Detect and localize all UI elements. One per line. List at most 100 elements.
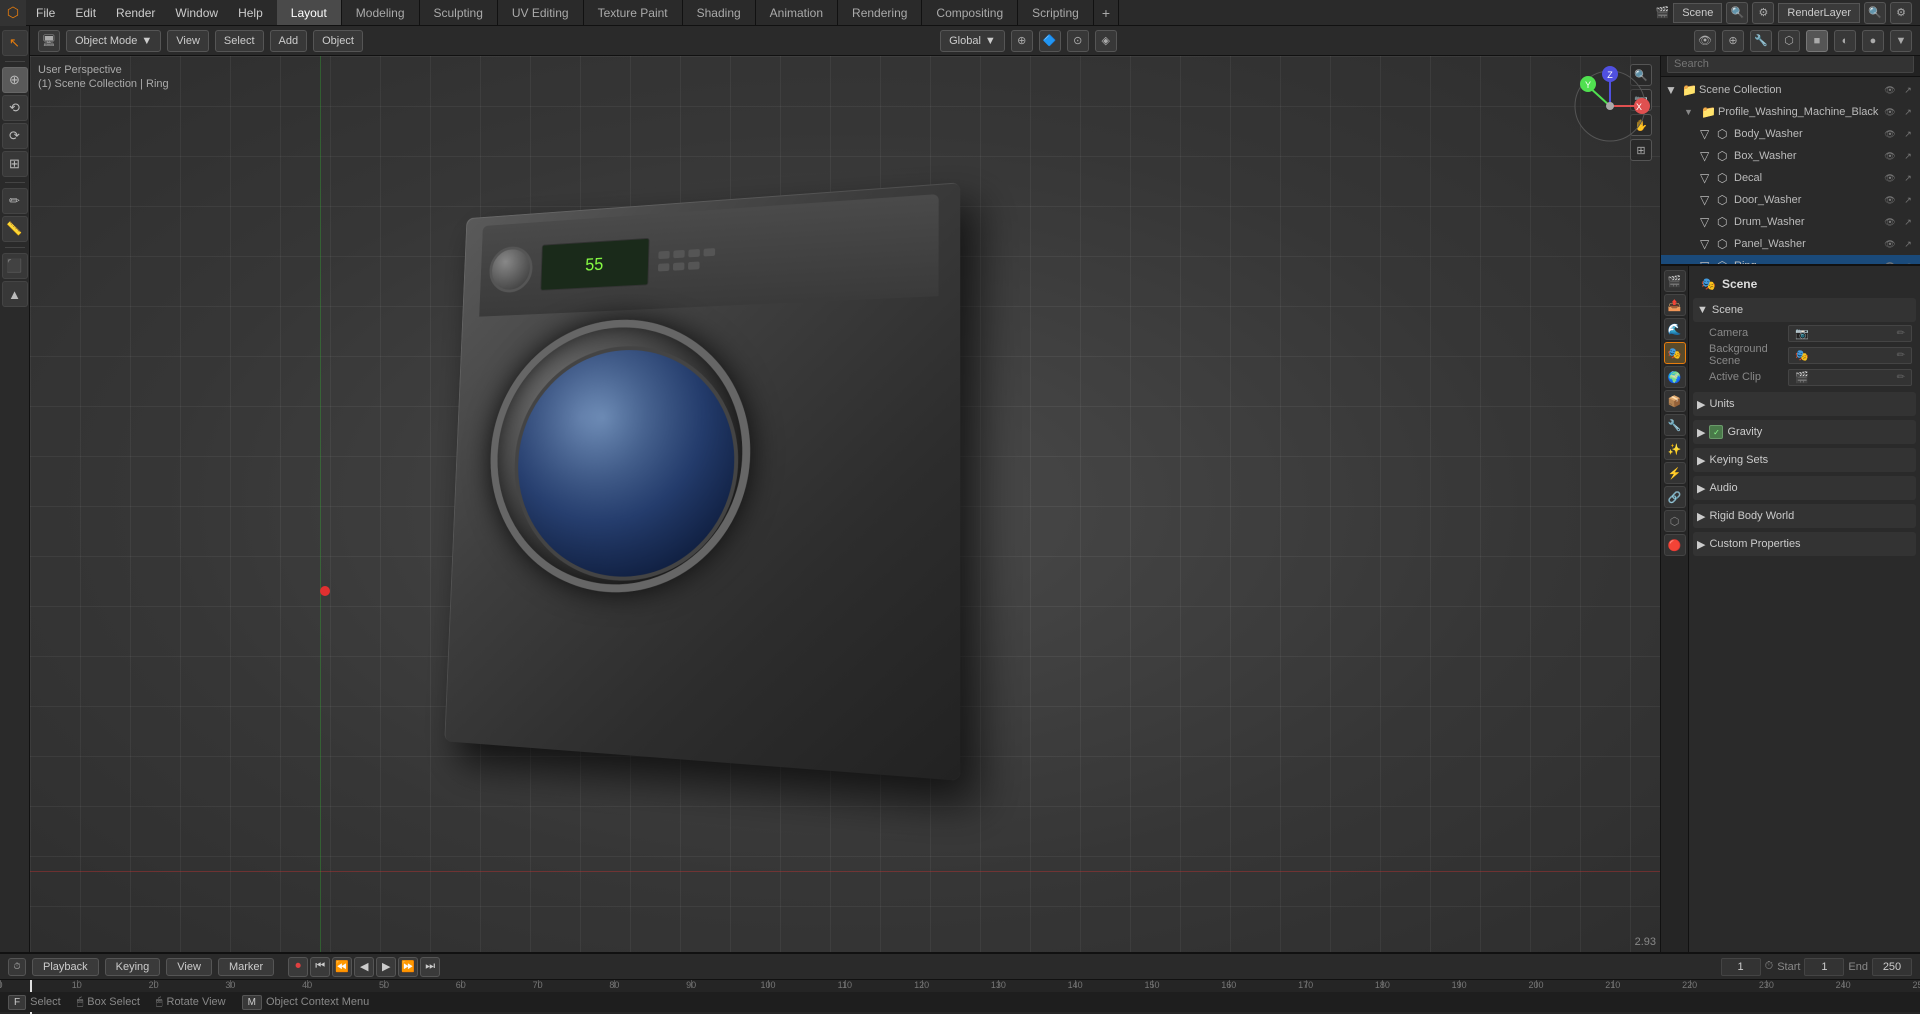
tab-shading[interactable]: Shading <box>683 0 756 25</box>
prop-obj-icon[interactable]: 📦 <box>1664 390 1686 412</box>
render-layer-dropdown[interactable]: RenderLayer <box>1778 3 1860 23</box>
view-shading-solid[interactable]: ■ <box>1806 30 1828 52</box>
ring-vis-icon[interactable]: 👁 <box>1882 258 1898 264</box>
tab-compositing[interactable]: Compositing <box>922 0 1018 25</box>
tab-modeling[interactable]: Modeling <box>342 0 420 25</box>
snap-btn[interactable]: 🔷 <box>1039 30 1061 52</box>
object-menu[interactable]: Object <box>313 30 363 52</box>
timeline-tab-playback[interactable]: Playback <box>32 958 99 976</box>
tab-scripting[interactable]: Scripting <box>1018 0 1094 25</box>
prop-scene-icon[interactable]: 🎭 <box>1664 342 1686 364</box>
snap-magnet[interactable]: 🔧 <box>1750 30 1772 52</box>
scene-section-header[interactable]: ▼ Scene <box>1693 298 1916 322</box>
view-shading-wire[interactable]: ⬡ <box>1778 30 1800 52</box>
tool-rotate[interactable]: ⟲ <box>2 95 28 121</box>
tab-texture-paint[interactable]: Texture Paint <box>584 0 683 25</box>
viewport-shading-opts[interactable]: ▼ <box>1890 30 1912 52</box>
record-btn[interactable]: ⏺ <box>288 957 308 977</box>
profile-sel-icon[interactable]: ↗ <box>1900 104 1916 120</box>
tool-add-cube[interactable]: ⬛ <box>2 253 28 279</box>
outliner-panel-washer[interactable]: ▽ ⬡ Panel_Washer 👁 ↗ <box>1661 233 1920 255</box>
outliner-decal[interactable]: ▽ ⬡ Decal 👁 ↗ <box>1661 167 1920 189</box>
timeline-editor-type[interactable]: ⏱ <box>8 958 26 976</box>
view-shading-material[interactable]: ◐ <box>1834 30 1856 52</box>
tab-layout[interactable]: Layout <box>277 0 342 25</box>
view-menu[interactable]: View <box>167 30 209 52</box>
timeline-tab-keying[interactable]: Keying <box>105 958 161 976</box>
panel-vis-icon[interactable]: 👁 <box>1882 236 1898 252</box>
outliner-drum-washer[interactable]: ▽ ⬡ Drum_Washer 👁 ↗ <box>1661 211 1920 233</box>
prop-world-icon[interactable]: 🌍 <box>1664 366 1686 388</box>
camera-value[interactable]: 📷 ✏ <box>1788 325 1912 342</box>
prop-modifier-icon[interactable]: 🔧 <box>1664 414 1686 436</box>
drum-vis-icon[interactable]: 👁 <box>1882 214 1898 230</box>
tab-animation[interactable]: Animation <box>756 0 838 25</box>
keying-sets-header[interactable]: ▶ Keying Sets <box>1693 448 1916 472</box>
outliner-scene-collection[interactable]: ▼ 📁 Scene Collection 👁 ↗ <box>1661 79 1920 101</box>
door-vis-icon[interactable]: 👁 <box>1882 192 1898 208</box>
timeline-tab-view[interactable]: View <box>166 958 212 976</box>
tool-cursor[interactable]: ↖ <box>2 30 28 56</box>
gravity-checkbox[interactable]: ✓ <box>1709 425 1723 439</box>
tab-sculpting[interactable]: Sculpting <box>420 0 498 25</box>
current-frame-input[interactable] <box>1721 958 1761 976</box>
outliner-door-washer[interactable]: ▽ ⬡ Door_Washer 👁 ↗ <box>1661 189 1920 211</box>
decal-vis-icon[interactable]: 👁 <box>1882 170 1898 186</box>
jump-start-btn[interactable]: ⏮ <box>310 957 330 977</box>
viewport-3d[interactable]: User Perspective (1) Scene Collection | … <box>30 56 1660 952</box>
outliner-body-washer[interactable]: ▽ ⬡ Body_Washer 👁 ↗ <box>1661 123 1920 145</box>
custom-props-header[interactable]: ▶ Custom Properties <box>1693 532 1916 556</box>
units-section-header[interactable]: ▶ Units <box>1693 392 1916 416</box>
render-layer-search[interactable]: 🔍 <box>1864 2 1886 24</box>
proportional-btn[interactable]: ⊙ <box>1067 30 1089 52</box>
play-btn[interactable]: ▶ <box>376 957 396 977</box>
tool-measure[interactable]: 📏 <box>2 216 28 242</box>
transform-dropdown[interactable]: Global ▼ <box>940 30 1005 52</box>
tool-move[interactable]: ⊕ <box>2 67 28 93</box>
tab-uv-editing[interactable]: UV Editing <box>498 0 584 25</box>
outliner-ring[interactable]: ▽ ⬡ Ring 👁 ↗ <box>1661 255 1920 264</box>
prop-view-layer-icon[interactable]: 🌊 <box>1664 318 1686 340</box>
door-sel-icon[interactable]: ↗ <box>1900 192 1916 208</box>
tab-rendering[interactable]: Rendering <box>838 0 922 25</box>
active-clip-value[interactable]: 🎬 ✏ <box>1788 369 1912 386</box>
menu-help[interactable]: Help <box>228 0 273 25</box>
view-shading-render[interactable]: ● <box>1862 30 1884 52</box>
overlay-btn[interactable]: 👁 <box>1694 30 1716 52</box>
prop-particles-icon[interactable]: ✨ <box>1664 438 1686 460</box>
play-reverse-btn[interactable]: ◀ <box>354 957 374 977</box>
menu-file[interactable]: File <box>26 0 65 25</box>
outliner-search-input[interactable] <box>1667 55 1914 73</box>
scene-collection-sel-icon[interactable]: ↗ <box>1900 82 1916 98</box>
editor-type-btn[interactable]: 🖥 <box>38 30 60 52</box>
nav-gizmo[interactable]: X Y Z <box>1570 66 1650 146</box>
scene-settings[interactable]: ⚙ <box>1752 2 1774 24</box>
add-menu[interactable]: Add <box>270 30 308 52</box>
menu-window[interactable]: Window <box>165 0 228 25</box>
menu-edit[interactable]: Edit <box>65 0 106 25</box>
outliner-box-washer[interactable]: ▽ ⬡ Box_Washer 👁 ↗ <box>1661 145 1920 167</box>
body-sel-icon[interactable]: ↗ <box>1900 126 1916 142</box>
start-frame-input[interactable] <box>1804 958 1844 976</box>
end-frame-input[interactable] <box>1872 958 1912 976</box>
timeline-tab-marker[interactable]: Marker <box>218 958 274 976</box>
drum-sel-icon[interactable]: ↗ <box>1900 214 1916 230</box>
scene-search[interactable]: 🔍 <box>1726 2 1748 24</box>
select-menu[interactable]: Select <box>215 30 264 52</box>
outliner-profile-collection[interactable]: ▼ 📁 Profile_Washing_Machine_Black 👁 ↗ <box>1661 101 1920 123</box>
prop-output-icon[interactable]: 📤 <box>1664 294 1686 316</box>
header-extra1[interactable]: ◈ <box>1095 30 1117 52</box>
tool-annotate[interactable]: ✏ <box>2 188 28 214</box>
tool-scale[interactable]: ⟳ <box>2 123 28 149</box>
ring-sel-icon[interactable]: ↗ <box>1900 258 1916 264</box>
prop-constraints-icon[interactable]: 🔗 <box>1664 486 1686 508</box>
prev-frame-btn[interactable]: ⏪ <box>332 957 352 977</box>
prop-render-icon[interactable]: 🎬 <box>1664 270 1686 292</box>
panel-sel-icon[interactable]: ↗ <box>1900 236 1916 252</box>
transform-orientation-btn[interactable]: ⊕ <box>1011 30 1033 52</box>
profile-vis-icon[interactable]: 👁 <box>1882 104 1898 120</box>
body-vis-icon[interactable]: 👁 <box>1882 126 1898 142</box>
next-frame-btn[interactable]: ⏩ <box>398 957 418 977</box>
prop-obj-data-icon[interactable]: ⬡ <box>1664 510 1686 532</box>
gizmo-btn[interactable]: ⊕ <box>1722 30 1744 52</box>
